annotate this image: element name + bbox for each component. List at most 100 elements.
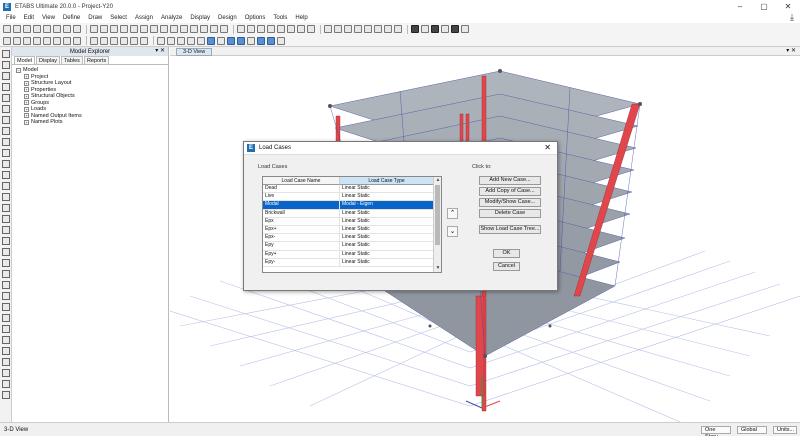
draw-section-cut-icon[interactable] xyxy=(1,193,10,201)
expand-icon[interactable]: + xyxy=(24,119,29,125)
draw-columns-icon[interactable] xyxy=(1,83,10,91)
dimension-icon[interactable] xyxy=(411,25,419,33)
tendon-icon[interactable] xyxy=(431,25,439,33)
draw-line-icon[interactable] xyxy=(33,36,41,45)
draw-stairs-icon[interactable] xyxy=(1,292,10,300)
refresh-icon[interactable] xyxy=(220,25,228,33)
show-load-case-tree-button[interactable]: Show Load Case Tree... xyxy=(479,225,541,234)
draw-wall-objects-icon[interactable] xyxy=(1,116,10,124)
intersecting-line-icon[interactable] xyxy=(120,36,128,45)
table-row[interactable]: Epy+ Linear Static xyxy=(263,250,441,259)
add-new-case-button[interactable]: Add New Case... xyxy=(479,176,541,185)
lock-icon[interactable] xyxy=(63,25,71,33)
draw-tendons-icon[interactable] xyxy=(1,149,10,157)
draw-beam-icon[interactable] xyxy=(344,25,352,33)
table-row[interactable]: Epy- Linear Static xyxy=(263,258,441,267)
pencil-icon[interactable] xyxy=(53,25,61,33)
coord-system-dropdown[interactable]: Global xyxy=(737,426,767,434)
draw-frame-icon[interactable] xyxy=(334,25,342,33)
elevation-view-icon[interactable] xyxy=(180,25,188,33)
draw-floor-icon[interactable] xyxy=(1,105,10,113)
open-icon[interactable] xyxy=(13,25,21,33)
draw-gridlines-icon[interactable] xyxy=(1,314,10,322)
select-all-icon[interactable] xyxy=(90,36,98,45)
draw-polygon-icon[interactable] xyxy=(63,36,71,45)
zoom-previous-icon[interactable] xyxy=(130,25,138,33)
expand-icon[interactable]: + xyxy=(24,100,29,106)
new-model-icon[interactable] xyxy=(3,25,11,33)
menu-define[interactable]: Define xyxy=(63,15,80,21)
move-up-button[interactable]: ⌃ xyxy=(447,208,458,219)
table-row[interactable]: Epy Linear Static xyxy=(263,242,441,251)
draw-dimension-lines-icon[interactable] xyxy=(1,160,10,168)
object-shrink-icon[interactable] xyxy=(267,25,275,33)
ok-button[interactable]: OK xyxy=(493,249,520,258)
tab-reports[interactable]: Reports xyxy=(83,56,110,64)
dialog-close-button[interactable]: ✕ xyxy=(544,143,551,152)
draw-null-area-icon[interactable] xyxy=(1,226,10,234)
table-row[interactable]: Dead Linear Static xyxy=(263,185,441,194)
redo-icon[interactable] xyxy=(43,25,51,33)
link-icon[interactable] xyxy=(441,25,449,33)
pan-icon[interactable] xyxy=(140,25,148,33)
menu-options[interactable]: Options xyxy=(245,15,266,21)
draw-wall-stacks-icon[interactable] xyxy=(1,215,10,223)
section-cut-icon[interactable] xyxy=(421,25,429,33)
draw-panel-zones-icon[interactable] xyxy=(1,380,10,388)
menu-design[interactable]: Design xyxy=(218,15,237,21)
draw-slab-rebar-icon[interactable] xyxy=(1,237,10,245)
table-row-selected[interactable]: Modal Modal - Eigen xyxy=(263,201,441,210)
scroll-up-icon[interactable]: ▲ xyxy=(434,177,441,184)
undo-icon[interactable] xyxy=(33,25,41,33)
table-row[interactable]: Epx+ Linear Static xyxy=(263,225,441,235)
snap-icon[interactable] xyxy=(461,25,469,33)
draw-piers-icon[interactable] xyxy=(1,358,10,366)
menu-help[interactable]: Help xyxy=(295,15,307,21)
column-header-type[interactable]: Load Case Type xyxy=(340,177,434,185)
pointer-icon[interactable] xyxy=(1,50,10,58)
plan-view-icon[interactable] xyxy=(170,25,178,33)
expand-icon[interactable]: + xyxy=(24,93,29,99)
snap-point-icon[interactable] xyxy=(157,36,165,45)
move-down-button[interactable]: ⌄ xyxy=(447,226,458,237)
menu-view[interactable]: View xyxy=(42,15,55,21)
table-row[interactable]: Brickwall Linear Static xyxy=(263,209,441,218)
save-icon[interactable] xyxy=(23,25,31,33)
units-button[interactable]: Units... xyxy=(773,426,797,434)
snap-all-icon[interactable] xyxy=(237,36,245,45)
move-up-story-icon[interactable] xyxy=(237,25,245,33)
snap-grid-icon[interactable] xyxy=(207,36,215,45)
expand-icon[interactable]: + xyxy=(24,106,29,112)
draw-line-loads-icon[interactable] xyxy=(1,270,10,278)
draw-reference-points-icon[interactable] xyxy=(1,171,10,179)
table-row[interactable]: Epx Linear Static xyxy=(263,217,441,226)
snap-perpendicular-icon[interactable] xyxy=(197,36,205,45)
expand-icon[interactable]: + xyxy=(24,74,29,80)
snap-line-icon[interactable] xyxy=(217,36,225,45)
show-forces-icon[interactable] xyxy=(297,25,305,33)
shadow-icon[interactable] xyxy=(200,25,208,33)
add-copy-of-case-button[interactable]: Add Copy of Case... xyxy=(479,187,541,196)
draw-design-strips-icon[interactable] xyxy=(1,182,10,190)
draw-column-icon[interactable] xyxy=(354,25,362,33)
tab-display[interactable]: Display xyxy=(35,56,61,64)
draw-tension-icon[interactable] xyxy=(1,303,10,311)
draw-diaphragms-icon[interactable] xyxy=(1,347,10,355)
clear-selection-icon[interactable] xyxy=(110,36,118,45)
delete-case-button[interactable]: Delete Case xyxy=(479,209,541,218)
draw-restraints-icon[interactable] xyxy=(1,325,10,333)
zoom-fit-icon[interactable] xyxy=(120,25,128,33)
expand-icon[interactable]: + xyxy=(24,113,29,119)
draw-beam-objects-icon[interactable] xyxy=(1,72,10,80)
menu-draw[interactable]: Draw xyxy=(88,15,102,21)
tree-node-named-plots[interactable]: + Named Plots xyxy=(16,119,168,126)
select-previous-icon[interactable] xyxy=(100,36,108,45)
display-options-icon[interactable] xyxy=(257,25,265,33)
zoom-in-icon[interactable] xyxy=(100,25,108,33)
draw-slab-icon[interactable] xyxy=(384,25,392,33)
draw-hinges-icon[interactable] xyxy=(1,391,10,399)
snap-parallel-icon[interactable] xyxy=(257,36,265,45)
rotate-icon[interactable] xyxy=(150,25,158,33)
draw-point-loads-icon[interactable] xyxy=(1,259,10,267)
draw-brace-icon[interactable] xyxy=(364,25,372,33)
